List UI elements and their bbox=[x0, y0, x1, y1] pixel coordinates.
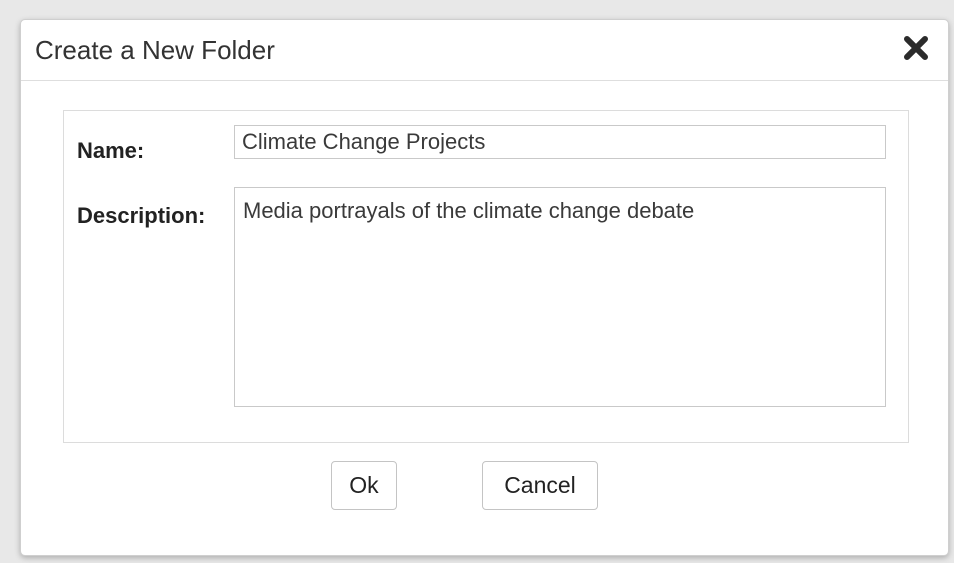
close-icon bbox=[904, 36, 928, 60]
folder-form: Name: Description: Media portrayals of t… bbox=[63, 110, 909, 443]
close-button[interactable] bbox=[902, 34, 930, 62]
create-folder-dialog: Create a New Folder Name: Description: M… bbox=[20, 19, 949, 556]
dialog-header: Create a New Folder bbox=[21, 20, 948, 81]
name-label: Name: bbox=[77, 138, 145, 163]
ok-button[interactable]: Ok bbox=[331, 461, 397, 510]
name-input[interactable] bbox=[234, 125, 886, 159]
cancel-button[interactable]: Cancel bbox=[482, 461, 598, 510]
dialog-title: Create a New Folder bbox=[35, 35, 275, 65]
description-label: Description: bbox=[77, 203, 206, 228]
description-input[interactable]: Media portrayals of the climate change d… bbox=[234, 187, 886, 407]
